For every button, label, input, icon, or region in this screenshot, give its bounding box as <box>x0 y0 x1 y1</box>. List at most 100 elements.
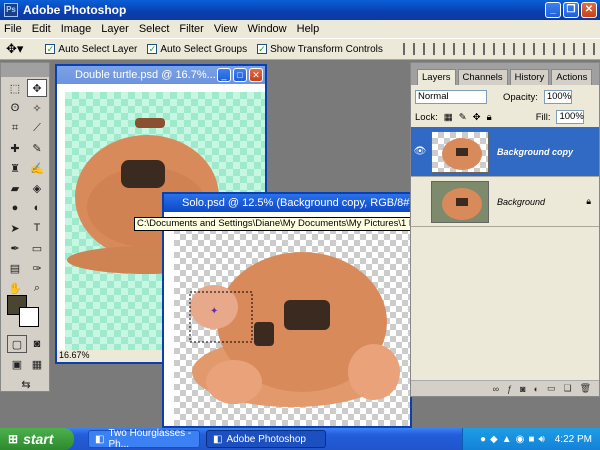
taskbar-item-active[interactable]: ◧ Adobe Photoshop <box>206 430 326 448</box>
link-icon[interactable]: ∞ <box>493 384 499 394</box>
move-tool-icon[interactable]: ✥ <box>27 79 47 97</box>
align-icon[interactable] <box>462 43 475 55</box>
type-icon[interactable]: T <box>27 219 47 237</box>
layer-thumbnail <box>431 130 489 173</box>
auto-select-groups-checkbox[interactable]: ✓ Auto Select Groups <box>147 44 247 55</box>
screen-mode-icon[interactable]: ▣ <box>7 355 27 373</box>
align-icon[interactable] <box>442 43 455 55</box>
menu-file[interactable]: File <box>4 23 22 35</box>
close-icon[interactable]: ✕ <box>249 68 263 82</box>
align-buttons[interactable] <box>402 43 595 55</box>
group-icon[interactable]: ▭ <box>547 383 556 394</box>
eye-icon[interactable]: 👁︎ <box>411 146 429 157</box>
clock[interactable]: 4:22 PM <box>555 434 592 445</box>
lasso-icon[interactable]: ʘ <box>5 99 25 117</box>
layer-row[interactable]: 👁︎ Background copy <box>411 127 599 177</box>
menu-filter[interactable]: Filter <box>179 23 203 35</box>
menu-view[interactable]: View <box>214 23 238 35</box>
new-layer-icon[interactable]: ❏ <box>563 383 571 394</box>
minimize-icon[interactable]: _ <box>545 2 561 18</box>
brush-icon[interactable]: ✎ <box>27 139 47 157</box>
tray-icon[interactable]: ◆ <box>490 434 498 445</box>
eraser-icon[interactable]: ▰ <box>5 179 25 197</box>
menu-image[interactable]: Image <box>61 23 92 35</box>
align-icon[interactable] <box>502 43 515 55</box>
tab-layers[interactable]: Layers <box>417 69 456 85</box>
menu-help[interactable]: Help <box>297 23 320 35</box>
eyedropper-icon[interactable]: ✑ <box>27 259 47 277</box>
dodge-icon[interactable]: ◐ <box>27 199 47 217</box>
toolbox: ⬚ ✥ ʘ ✧ ⌗ ⟋ ✚ ✎ ♜ ✍ ▰ ◈ ● ◐ ➤ T ✒ ▭ ▤ ✑ … <box>0 62 50 392</box>
layer-name[interactable]: Background <box>497 197 545 207</box>
tray-icon[interactable]: ◉ <box>516 434 525 445</box>
canvas[interactable]: ✦ <box>174 222 410 426</box>
menu-select[interactable]: Select <box>139 23 170 35</box>
stamp-icon[interactable]: ♜ <box>5 159 25 177</box>
lock-move-icon[interactable]: ✥ <box>473 112 481 123</box>
background-color-swatch[interactable] <box>19 307 39 327</box>
path-select-icon[interactable]: ➤ <box>5 219 25 237</box>
healing-icon[interactable]: ✚ <box>5 139 25 157</box>
menu-layer[interactable]: Layer <box>101 23 129 35</box>
quick-mask-icon[interactable]: ▢ <box>7 335 27 353</box>
align-icon[interactable] <box>402 43 415 55</box>
blend-mode-select[interactable]: Normal <box>415 90 487 104</box>
tab-channels[interactable]: Channels <box>457 69 508 85</box>
zoom-icon[interactable]: ⌕ <box>27 279 47 297</box>
imageready-icon[interactable]: ⇆ <box>11 375 41 393</box>
start-button[interactable]: ⊞ start <box>0 428 74 450</box>
align-icon[interactable] <box>422 43 435 55</box>
document-title-bar[interactable]: Solo.psd @ 12.5% (Background copy, RGB/8… <box>164 194 410 212</box>
tab-actions[interactable]: Actions <box>551 69 593 85</box>
marquee-icon[interactable]: ⬚ <box>5 79 25 97</box>
tray-icon[interactable]: ■ <box>528 434 534 445</box>
tray-icon[interactable]: ● <box>480 434 486 445</box>
shape-icon[interactable]: ▭ <box>27 239 47 257</box>
tab-history[interactable]: History <box>509 69 550 85</box>
layer-style-icon[interactable]: ƒ <box>507 384 512 394</box>
fill-input[interactable]: 100% <box>556 110 585 124</box>
taskbar-item[interactable]: ◧ Two Hourglasses - Ph... <box>88 428 200 450</box>
notes-icon[interactable]: ▤ <box>5 259 25 277</box>
start-label: start <box>23 431 54 447</box>
history-brush-icon[interactable]: ✍ <box>27 159 47 177</box>
align-icon[interactable] <box>542 43 555 55</box>
taskbar-item-label: Adobe Photoshop <box>226 433 306 445</box>
crop-icon[interactable]: ⌗ <box>5 119 25 137</box>
menu-edit[interactable]: Edit <box>32 23 51 35</box>
minimize-icon[interactable]: _ <box>217 68 231 82</box>
mask-icon[interactable]: ◙ <box>520 384 525 394</box>
pen-icon[interactable]: ✒ <box>5 239 25 257</box>
bucket-icon[interactable]: ◈ <box>27 179 47 197</box>
align-icon[interactable] <box>562 43 575 55</box>
tray-icon[interactable]: ▲ <box>502 434 512 445</box>
align-icon[interactable] <box>582 43 595 55</box>
adjustment-icon[interactable]: ◐ <box>534 384 539 394</box>
blur-icon[interactable]: ● <box>5 199 25 217</box>
full-screen-icon[interactable]: ▦ <box>27 355 47 373</box>
opacity-input[interactable]: 100% <box>543 90 572 104</box>
menu-window[interactable]: Window <box>248 23 287 35</box>
restore-icon[interactable]: ❐ <box>563 2 579 18</box>
align-icon[interactable] <box>482 43 495 55</box>
trash-icon[interactable]: 🗑︎ <box>580 383 591 394</box>
close-icon[interactable]: ✕ <box>581 2 597 18</box>
standard-mode-icon[interactable]: ◙ <box>27 335 47 353</box>
auto-select-layer-checkbox[interactable]: ✓ Auto Select Layer <box>45 44 137 55</box>
slice-icon[interactable]: ⟋ <box>27 119 47 137</box>
options-bar: ✥▾ ✓ Auto Select Layer ✓ Auto Select Group… <box>0 38 600 60</box>
align-icon[interactable] <box>522 43 535 55</box>
show-transform-checkbox[interactable]: ✓ Show Transform Controls <box>257 44 383 55</box>
lock-transparency-icon[interactable]: ▦ <box>444 112 453 123</box>
move-icon[interactable]: ✥▾ <box>6 41 23 57</box>
zoom-level[interactable]: 16.67% <box>59 350 90 360</box>
lock-all-icon[interactable]: 🔒︎ <box>487 112 492 123</box>
svg-text:✦: ✦ <box>210 306 218 317</box>
magic-wand-icon[interactable]: ✧ <box>27 99 47 117</box>
volume-icon[interactable]: 🔊︎ <box>538 434 544 445</box>
layer-row[interactable]: Background 🔒︎ <box>411 177 599 227</box>
lock-paint-icon[interactable]: ✎ <box>459 112 467 123</box>
layer-name[interactable]: Background copy <box>497 147 573 157</box>
document-title: Solo.psd @ 12.5% (Background copy, RGB/8… <box>182 197 410 209</box>
maximize-icon[interactable]: □ <box>233 68 247 82</box>
